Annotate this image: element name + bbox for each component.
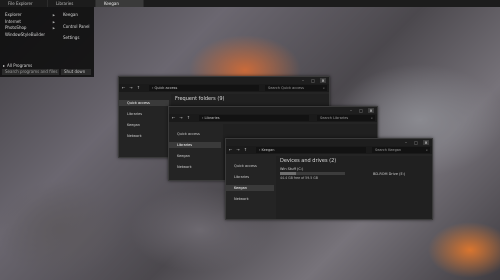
start-place-keegan[interactable]: Keegan [63,12,93,19]
nav-item-network[interactable]: Network [226,196,274,202]
content-pane: Devices and drives (2) Win Stuff (C:) 44… [276,156,432,219]
back-arrow-icon[interactable]: ← [172,115,175,121]
drive-item-e[interactable]: BD-ROM Drive (E:) [373,172,405,176]
drive-usage-bar [280,172,345,175]
navigation-bar: ← → ↑ › Libraries Search Libraries ⌕ [169,114,377,122]
forward-arrow-icon[interactable]: → [236,147,239,153]
search-icon: ⌕ [426,148,428,152]
window-controls: – □ × [300,78,326,83]
search-placeholder: Search Quick access [268,86,304,90]
nav-item-quick-access[interactable]: Quick access [119,100,169,106]
back-arrow-icon[interactable]: ← [122,85,125,91]
start-place-settings[interactable]: Settings [63,35,93,42]
start-item-label: WindowStyleBuilder [5,31,45,37]
navigation-bar: ← → ↑ › Keegan Search Keegan ⌕ [226,146,432,154]
search-input[interactable]: Search Libraries ⌕ [317,115,375,121]
nav-buttons: ← → ↑ [172,115,190,121]
nav-item-quick-access[interactable]: Quick access [226,163,274,169]
minimize-icon[interactable]: – [403,140,409,145]
search-icon: ⌕ [323,86,325,90]
address-text: Quick access [154,86,178,90]
search-input[interactable]: Search Keegan ⌕ [372,147,430,153]
up-arrow-icon[interactable]: ↑ [137,85,140,91]
start-menu-programs: Explorer ▶ Internet ▶ PhotoShop ▶ Window… [5,12,57,38]
taskbar-item-file-explorer[interactable]: File Explorer [0,0,48,7]
address-bar[interactable]: › Keegan [256,147,366,153]
close-icon[interactable]: × [320,78,326,83]
minimize-icon[interactable]: – [300,78,306,83]
start-menu-places: Keegan Control Panel Settings [63,12,93,47]
taskbar: File Explorer Libraries Keegan [0,0,500,7]
window-controls: – □ × [348,108,374,113]
back-arrow-icon[interactable]: ← [229,147,232,153]
search-input[interactable]: Search Quick access ⌕ [265,85,327,91]
chevron-right-icon: ▶ [52,26,55,30]
maximize-icon[interactable]: □ [413,140,419,145]
forward-arrow-icon[interactable]: → [129,85,132,91]
taskbar-item-keegan[interactable]: Keegan [96,0,144,7]
taskbar-item-libraries[interactable]: Libraries [48,0,96,7]
up-arrow-icon[interactable]: ↑ [244,147,247,153]
navigation-pane: Quick access Libraries Keegan Network [119,100,169,157]
section-heading: Frequent folders (9) [175,96,225,102]
nav-buttons: ← → ↑ [229,147,247,153]
nav-item-libraries[interactable]: Libraries [169,142,221,148]
start-place-control-panel[interactable]: Control Panel [63,24,93,31]
forward-arrow-icon[interactable]: → [179,115,182,121]
address-text: Keegan [261,148,275,152]
close-icon[interactable]: × [368,108,374,113]
drive-name: BD-ROM Drive (E:) [373,172,406,176]
close-icon[interactable]: × [423,140,429,145]
minimize-icon[interactable]: – [348,108,354,113]
navigation-bar: ← → ↑ › Quick access Search Quick access… [119,84,329,92]
start-search-input[interactable]: Search programs and files [2,69,59,75]
nav-item-keegan[interactable]: Keegan [226,185,274,191]
navigation-pane: Quick access Libraries Keegan Network [226,163,274,219]
drive-free-space: 44.4 GB free of 59.5 GB [280,176,318,180]
window-controls: – □ × [403,140,429,145]
nav-item-network[interactable]: Network [169,164,221,170]
navigation-pane: Quick access Libraries Keegan Network [169,131,221,180]
maximize-icon[interactable]: □ [358,108,364,113]
nav-item-quick-access[interactable]: Quick access [169,131,221,137]
title-bar[interactable]: – □ × [119,77,329,84]
maximize-icon[interactable]: □ [310,78,316,83]
drive-name: Win Stuff (C:) [280,167,304,171]
search-placeholder: Search Keegan [375,148,402,152]
nav-item-network[interactable]: Network [119,133,169,139]
drive-usage-fill [280,172,297,175]
address-bar[interactable]: › Quick access [149,85,259,91]
search-placeholder: Search Libraries [320,116,349,120]
nav-item-keegan[interactable]: Keegan [169,153,221,159]
explorer-window-keegan: – □ × ← → ↑ › Keegan Search Keegan ⌕ Qui… [225,138,433,220]
shutdown-button[interactable]: Shut down [61,69,91,75]
section-heading: Devices and drives (2) [280,158,337,164]
search-icon: ⌕ [371,116,373,120]
title-bar[interactable]: – □ × [169,107,377,114]
address-text: Libraries [204,116,220,120]
title-bar[interactable]: – □ × [226,139,432,146]
start-menu: Explorer ▶ Internet ▶ PhotoShop ▶ Window… [0,7,94,77]
nav-item-libraries[interactable]: Libraries [226,174,274,180]
up-arrow-icon[interactable]: ↑ [187,115,190,121]
start-item-windowstylebuilder[interactable]: WindowStyleBuilder [5,32,57,39]
address-bar[interactable]: › Libraries [199,115,309,121]
nav-item-keegan[interactable]: Keegan [119,122,169,128]
nav-buttons: ← → ↑ [122,85,140,91]
nav-item-libraries[interactable]: Libraries [119,111,169,117]
drive-item-c[interactable]: Win Stuff (C:) 44.4 GB free of 59.5 GB [280,167,345,180]
